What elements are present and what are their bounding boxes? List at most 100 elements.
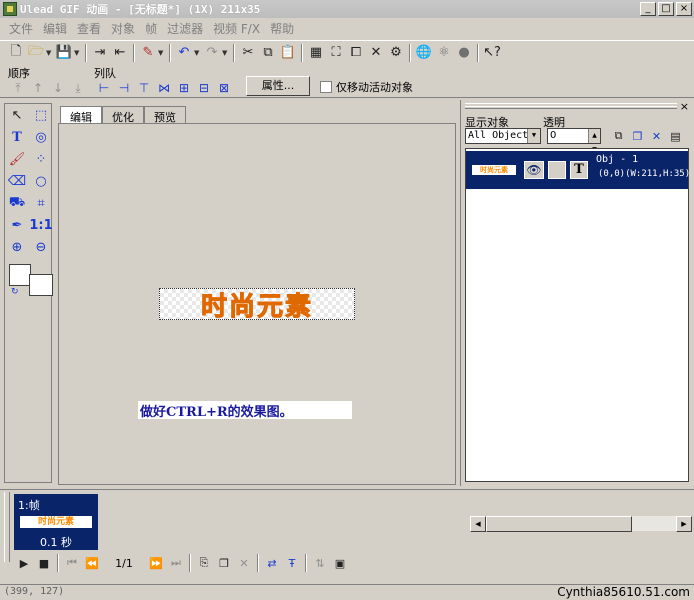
menu-file[interactable]: 文件 xyxy=(4,20,38,37)
align-top-icon[interactable]: ⊤ xyxy=(134,79,154,97)
panel-grip[interactable]: × xyxy=(461,100,693,113)
list-item[interactable]: 时尚元素 👁 T Obj - 1 (0,0)(W:211,H:35) xyxy=(466,151,690,189)
chevron-down-icon[interactable]: ▼ xyxy=(527,129,540,143)
wizard-icon[interactable]: ✎ xyxy=(138,43,158,63)
background-color[interactable] xyxy=(29,274,53,296)
move-active-only-option[interactable]: 仅移动活动对象 xyxy=(320,79,413,95)
save-icon[interactable]: 💾 xyxy=(54,43,74,63)
center-both-icon[interactable]: ⊠ xyxy=(214,79,234,97)
image-edit-icon[interactable]: ⛶ xyxy=(326,43,346,63)
tab-optimize[interactable]: 优化 xyxy=(102,106,144,124)
undo-icon[interactable]: ↶ xyxy=(174,43,194,63)
paste-icon[interactable]: 📋 xyxy=(278,43,298,63)
new-object-icon[interactable]: ⧉ xyxy=(609,127,628,145)
transform-icon[interactable]: ✕ xyxy=(366,43,386,63)
panel-grip[interactable] xyxy=(4,492,10,562)
text-object[interactable]: 时尚元素 xyxy=(159,288,355,322)
menu-view[interactable]: 查看 xyxy=(72,20,106,37)
properties-button[interactable]: 属性... xyxy=(246,76,310,96)
move-active-only-checkbox[interactable] xyxy=(320,81,332,93)
brush-tool-icon[interactable]: 🖌 xyxy=(5,148,29,170)
duplicate-frame-icon[interactable]: ❐ xyxy=(214,554,234,572)
menu-object[interactable]: 对象 xyxy=(106,20,140,37)
object-properties-icon[interactable]: ▤ xyxy=(666,127,685,145)
tab-edit[interactable]: 编辑 xyxy=(60,106,102,124)
menu-frame[interactable]: 帧 xyxy=(140,20,162,37)
marquee-tool-icon[interactable]: ⬚ xyxy=(29,104,53,126)
magic-wand-icon[interactable]: ⁘ xyxy=(29,148,53,170)
foreground-color[interactable] xyxy=(9,264,31,286)
send-backward-icon[interactable]: ↓ xyxy=(48,79,68,97)
preview-browser-icon[interactable]: ⚛ xyxy=(434,43,454,63)
opacity-input[interactable]: 0 ▲▼ xyxy=(547,128,601,153)
swap-colors-icon[interactable]: ↻ xyxy=(11,287,19,297)
globe-icon[interactable]: 🌐 xyxy=(414,43,434,63)
paint-bucket-icon[interactable]: ⛟ xyxy=(5,192,29,214)
open-folder-icon[interactable]: 🗁 xyxy=(26,43,46,63)
import-icon[interactable]: ⇥ xyxy=(90,43,110,63)
tab-preview[interactable]: 预览 xyxy=(144,106,186,124)
optimize-icon[interactable]: ⚙ xyxy=(386,43,406,63)
chevron-down-icon[interactable]: ▼ xyxy=(46,49,54,57)
help-pointer-icon[interactable]: ↖? xyxy=(482,43,502,63)
bring-forward-icon[interactable]: ↑ xyxy=(28,79,48,97)
reverse-frames-icon[interactable]: ⇅ xyxy=(310,554,330,572)
crop-icon[interactable]: ⧠ xyxy=(346,43,366,63)
menu-help[interactable]: 帮助 xyxy=(265,20,299,37)
maximize-button[interactable]: □ xyxy=(658,2,674,16)
text-tool-icon[interactable]: T xyxy=(5,126,29,148)
crop-tool-icon[interactable]: ⌗ xyxy=(29,192,53,214)
banner-text-icon[interactable]: Ŧ xyxy=(282,554,302,572)
menu-video-fx[interactable]: 视频 F/X xyxy=(208,20,265,37)
eye-icon[interactable]: 👁 xyxy=(524,161,544,179)
stop-icon[interactable]: ■ xyxy=(34,554,54,572)
cut-icon[interactable]: ✂ xyxy=(238,43,258,63)
lock-toggle[interactable] xyxy=(548,161,566,179)
chevron-down-icon[interactable]: ▼ xyxy=(222,49,230,57)
bring-to-front-icon[interactable]: ⤒ xyxy=(8,79,28,97)
new-file-icon[interactable]: 🗋 xyxy=(6,43,26,63)
show-objects-select[interactable]: All Objects ▼ xyxy=(465,128,541,144)
frame-properties-icon[interactable]: ▣ xyxy=(330,554,350,572)
align-left-icon[interactable]: ⊢ xyxy=(94,79,114,97)
export-icon[interactable]: ⇤ xyxy=(110,43,130,63)
panel-close-icon[interactable]: × xyxy=(680,100,689,113)
duplicate-object-icon[interactable]: ❐ xyxy=(628,127,647,145)
center-horizontal-icon[interactable]: ⊞ xyxy=(174,79,194,97)
zoom-in-icon[interactable]: ⊕ xyxy=(5,236,29,258)
object-list[interactable]: 时尚元素 👁 T Obj - 1 (0,0)(W:211,H:35) ◀ ▶ xyxy=(465,148,692,532)
delete-object-icon[interactable]: ✕ xyxy=(647,127,666,145)
edit-canvas[interactable]: 时尚元素 做好CTRL+R的效果图。 xyxy=(58,123,456,485)
chevron-down-icon[interactable]: ▼ xyxy=(74,49,82,57)
actual-size-icon[interactable]: 1:1 xyxy=(29,214,53,236)
pointer-tool-icon[interactable]: ↖ xyxy=(5,104,29,126)
lasso-tool-icon[interactable]: ◎ xyxy=(29,126,53,148)
minimize-button[interactable]: _ xyxy=(640,2,656,16)
send-to-back-icon[interactable]: ⤓ xyxy=(68,79,88,97)
last-frame-icon[interactable]: ⏭ xyxy=(166,554,186,572)
copy-icon[interactable]: ⧉ xyxy=(258,43,278,63)
align-middle-icon[interactable]: ⋈ xyxy=(154,79,174,97)
first-frame-icon[interactable]: ⏮ xyxy=(62,554,82,572)
chevron-down-icon[interactable]: ▼ xyxy=(194,49,202,57)
ellipse-select-icon[interactable]: ○ xyxy=(29,170,53,192)
frame-add-icon[interactable]: ▦ xyxy=(306,43,326,63)
frame-card[interactable]: 1:帧 时尚元素 0.1 秒 xyxy=(14,494,98,550)
align-center-icon[interactable]: ⊣ xyxy=(114,79,134,97)
menu-edit[interactable]: 编辑 xyxy=(38,20,72,37)
eyedropper-icon[interactable]: ✒ xyxy=(5,214,29,236)
redo-icon[interactable]: ↷ xyxy=(202,43,222,63)
delete-frame-icon[interactable]: ✕ xyxy=(234,554,254,572)
center-vertical-icon[interactable]: ⊟ xyxy=(194,79,214,97)
eraser-tool-icon[interactable]: ⌫ xyxy=(5,170,29,192)
opacity-spinner[interactable]: ▲▼ xyxy=(588,129,600,153)
menu-filter[interactable]: 过滤器 xyxy=(162,20,208,37)
color-swatches[interactable]: ↻ xyxy=(9,264,53,298)
plugin-icon[interactable]: ● xyxy=(454,43,474,63)
previous-frame-icon[interactable]: ⏪ xyxy=(82,554,102,572)
add-frame-icon[interactable]: ⎘ xyxy=(194,554,214,572)
tween-icon[interactable]: ⇄ xyxy=(262,554,282,572)
frame-delay[interactable]: 0.1 秒 xyxy=(14,534,98,550)
close-button[interactable]: × xyxy=(676,2,692,16)
play-icon[interactable]: ▶ xyxy=(14,554,34,572)
